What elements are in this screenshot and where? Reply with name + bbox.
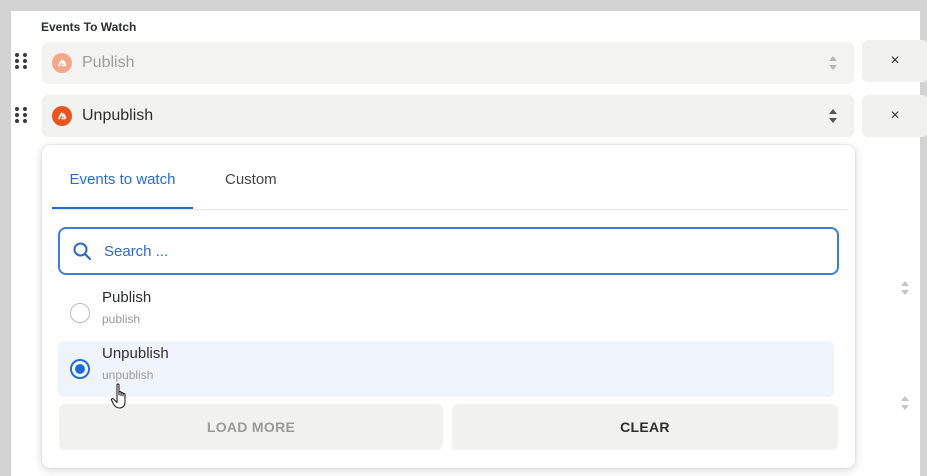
event-select-publish[interactable]: Publish — [42, 42, 854, 84]
window-frame-left — [0, 0, 11, 476]
window-frame-top — [0, 0, 927, 11]
close-icon: × — [890, 52, 900, 69]
radio-button-selected[interactable] — [70, 359, 90, 379]
option-title: Publish — [102, 289, 152, 306]
events-to-watch-label: Events To Watch — [41, 20, 137, 34]
option-unpublish[interactable]: Unpublish unpublish — [58, 341, 834, 397]
select-arrows-icon — [828, 108, 838, 124]
select-arrows-icon — [900, 395, 910, 411]
event-select-label: Publish — [82, 54, 135, 71]
search-icon — [73, 242, 92, 261]
tab-events-to-watch[interactable]: Events to watch — [52, 171, 193, 209]
event-select-unpublish[interactable]: Unpublish — [42, 95, 854, 137]
event-dropdown-panel: Events to watch Custom Search ... Publis… — [42, 145, 855, 468]
dropdown-tabs: Events to watch Custom — [52, 171, 847, 210]
select-arrows-icon — [900, 280, 910, 296]
drag-handle-icon[interactable] — [15, 107, 29, 127]
radio-button[interactable] — [70, 303, 90, 323]
option-title: Unpublish — [102, 345, 169, 362]
drag-handle-icon[interactable] — [15, 53, 29, 73]
webhook-app-icon — [52, 53, 72, 73]
search-placeholder: Search ... — [104, 242, 169, 260]
select-arrows-icon — [828, 55, 838, 71]
remove-event-button[interactable]: × — [862, 95, 927, 137]
option-subtitle: unpublish — [102, 368, 154, 382]
webhook-app-icon — [52, 106, 72, 126]
search-input[interactable]: Search ... — [58, 227, 839, 275]
event-select-label: Unpublish — [82, 107, 154, 124]
tab-custom[interactable]: Custom — [225, 171, 305, 209]
hand-cursor-icon — [110, 383, 126, 409]
remove-event-button[interactable]: × — [862, 40, 927, 82]
option-publish[interactable]: Publish publish — [58, 285, 834, 341]
option-subtitle: publish — [102, 312, 141, 326]
close-icon: × — [890, 107, 900, 124]
clear-button[interactable]: CLEAR — [452, 404, 838, 450]
